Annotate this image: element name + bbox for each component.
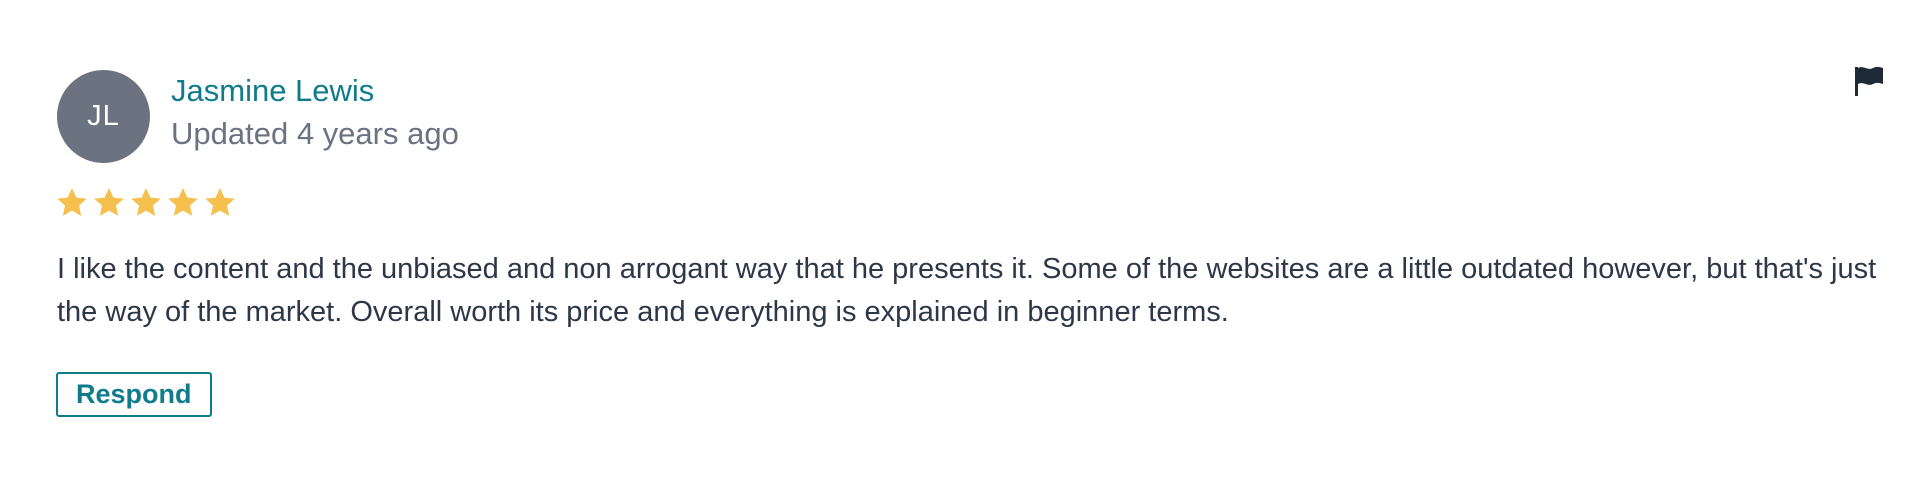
- star-icon: [131, 188, 161, 216]
- author-name-link[interactable]: Jasmine Lewis: [171, 72, 459, 110]
- star-icon: [205, 188, 235, 216]
- respond-button[interactable]: Respond: [56, 372, 212, 417]
- updated-timestamp: Updated 4 years ago: [171, 116, 459, 151]
- review-meta: Jasmine Lewis Updated 4 years ago: [171, 72, 459, 154]
- avatar: JL: [57, 70, 150, 163]
- review-text: I like the content and the unbiased and …: [57, 253, 1877, 328]
- review-card: JL Jasmine Lewis Updated 4 years ago I l…: [0, 0, 1929, 477]
- review-header: JL Jasmine Lewis Updated 4 years ago: [57, 70, 459, 163]
- flag-icon-svg: [1855, 66, 1883, 96]
- avatar-initials: JL: [87, 100, 120, 132]
- star-rating: [55, 186, 240, 220]
- star-icon: [57, 188, 87, 216]
- flag-icon[interactable]: [1852, 64, 1886, 98]
- star-icon: [168, 188, 198, 216]
- star-icon: [94, 188, 124, 216]
